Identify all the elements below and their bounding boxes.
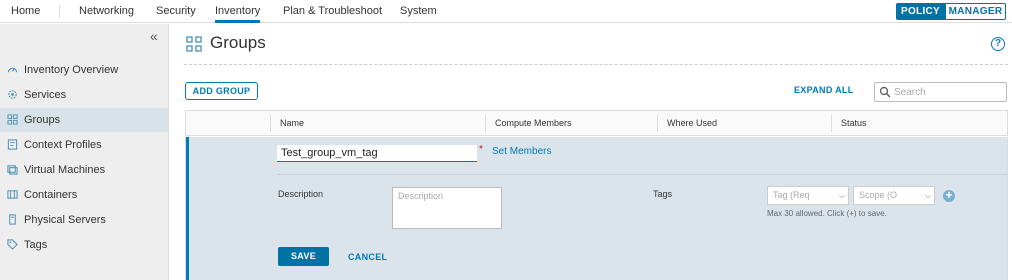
cancel-button[interactable]: CANCEL [348, 252, 387, 262]
sidebar-item-context-profiles[interactable]: Context Profiles [0, 133, 168, 157]
sidebar-item-virtual-machines[interactable]: Virtual Machines [0, 158, 168, 182]
description-label: Description [278, 189, 324, 199]
sidebar-item-label: Containers [24, 189, 78, 201]
chevron-down-icon: ⌵ [924, 191, 931, 200]
tags-label: Tags [653, 189, 673, 199]
tab-inventory[interactable]: Inventory [215, 0, 261, 23]
sidebar-item-label: Groups [24, 114, 61, 126]
column-header-where-used[interactable]: Where Used [659, 111, 717, 136]
context-profile-icon [7, 139, 18, 150]
sidebar-item-groups[interactable]: Groups [0, 108, 168, 132]
sidebar-item-containers[interactable]: Containers [0, 183, 168, 207]
column-separator [657, 115, 658, 132]
sidebar-item-label: Services [24, 89, 67, 101]
page-title: Groups [210, 33, 266, 52]
gear-icon [8, 90, 17, 99]
grid-header: Name Compute Members Where Used Status [186, 111, 1007, 136]
expand-all-button[interactable]: EXPAND ALL [794, 85, 854, 95]
group-name-input[interactable] [277, 145, 477, 162]
group-edit-row: * Set Members Description Tags Tag (Req … [186, 137, 1007, 280]
help-icon[interactable]: ? [991, 37, 1005, 51]
groups-grid: Name Compute Members Where Used Status *… [185, 110, 1008, 280]
top-navigation: Home Networking Security Inventory Plan … [0, 0, 1012, 23]
sidebar-item-physical-servers[interactable]: Physical Servers [0, 208, 168, 232]
vm-icon [7, 165, 18, 175]
chevron-down-icon: ⌵ [838, 191, 845, 200]
policy-mode-button[interactable]: POLICY [896, 3, 945, 20]
divider [277, 174, 1007, 175]
column-header-compute-members[interactable]: Compute Members [487, 111, 572, 136]
tab-separator [59, 5, 60, 18]
manager-mode-button[interactable]: MANAGER [945, 3, 1006, 20]
tab-security[interactable]: Security [156, 0, 196, 23]
description-field[interactable] [392, 187, 502, 229]
sidebar-item-label: Context Profiles [24, 139, 102, 151]
required-indicator: * [479, 144, 483, 155]
tab-home[interactable]: Home [11, 0, 40, 23]
sidebar: « Inventory Overview Services Groups Con… [0, 24, 169, 280]
server-icon [9, 214, 16, 225]
tag-select-placeholder: Tag (Req [773, 190, 810, 200]
sidebar-item-label: Inventory Overview [24, 64, 119, 76]
save-button[interactable]: SAVE [278, 247, 329, 266]
search-box [874, 82, 1007, 102]
container-icon [7, 190, 18, 199]
add-group-button[interactable]: ADD GROUP [185, 82, 258, 100]
tab-plan-troubleshoot[interactable]: Plan & Troubleshoot [283, 0, 382, 23]
sidebar-item-label: Physical Servers [24, 214, 106, 226]
dashboard-icon [7, 67, 18, 73]
collapse-sidebar-icon[interactable]: « [150, 28, 158, 44]
column-header-status[interactable]: Status [833, 111, 867, 136]
scope-select-placeholder: Scope (O [859, 190, 898, 200]
column-separator [270, 115, 271, 132]
add-tag-icon[interactable]: + [943, 189, 955, 202]
tab-system[interactable]: System [400, 0, 437, 23]
groups-icon [186, 36, 202, 52]
search-icon [879, 86, 891, 98]
sidebar-item-services[interactable]: Services [0, 83, 168, 107]
groups-icon [7, 114, 18, 125]
tag-select[interactable]: Tag (Req ⌵ [767, 186, 849, 205]
tab-networking[interactable]: Networking [79, 0, 134, 23]
scope-select[interactable]: Scope (O ⌵ [853, 186, 935, 205]
tags-hint: Max 30 allowed. Click (+) to save. [767, 209, 887, 218]
search-input[interactable] [894, 85, 1002, 99]
set-members-link[interactable]: Set Members [492, 146, 551, 157]
tag-icon [7, 239, 18, 250]
divider [184, 64, 1008, 65]
column-separator [831, 115, 832, 132]
column-header-name[interactable]: Name [272, 111, 304, 136]
sidebar-item-label: Tags [24, 239, 48, 251]
column-separator [485, 115, 486, 132]
sidebar-item-inventory-overview[interactable]: Inventory Overview [0, 58, 168, 82]
sidebar-item-tags[interactable]: Tags [0, 233, 168, 257]
sidebar-item-label: Virtual Machines [24, 164, 106, 176]
